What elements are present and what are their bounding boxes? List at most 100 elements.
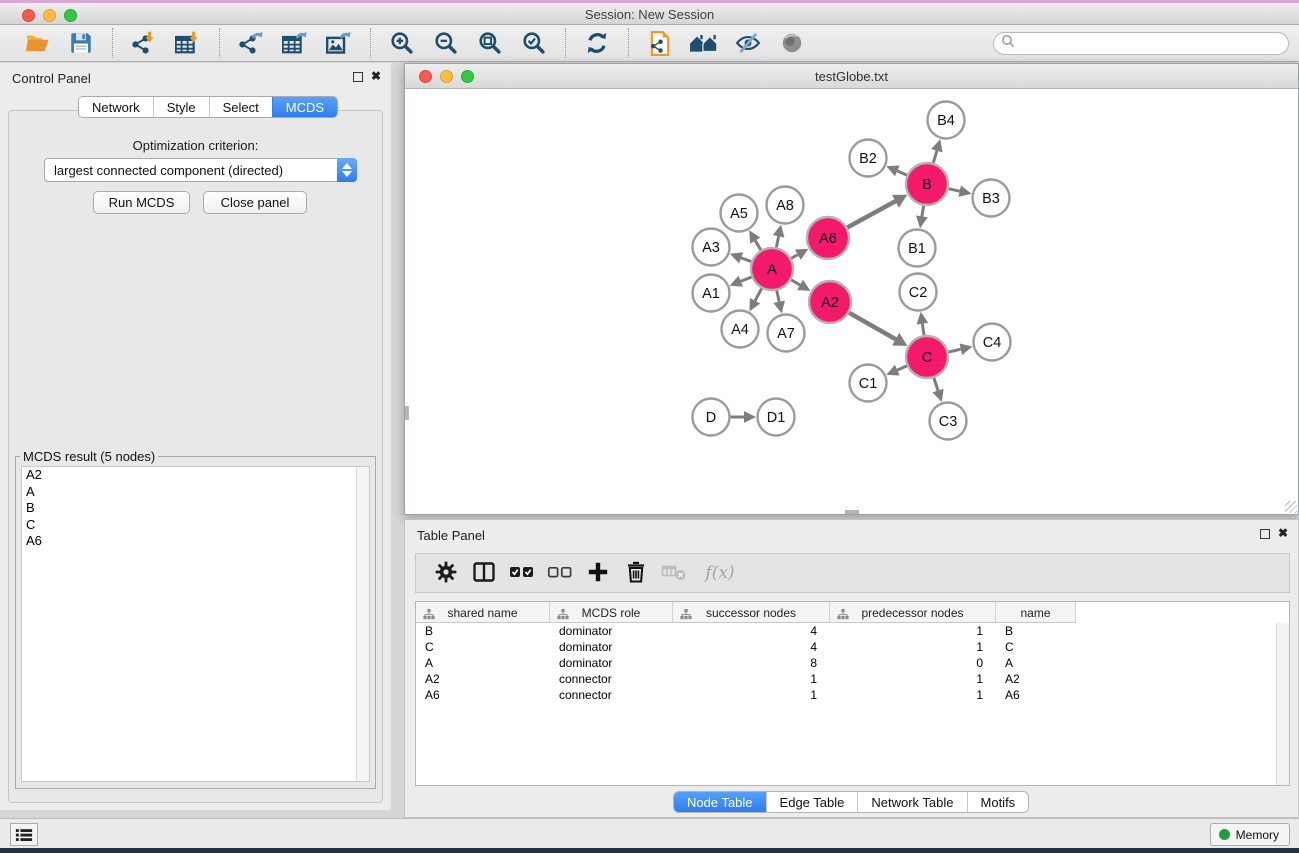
network-from-file-button[interactable] <box>645 28 675 58</box>
edge-A-A5[interactable] <box>755 241 761 250</box>
float-panel-icon[interactable] <box>353 72 363 82</box>
search-input[interactable] <box>1020 34 1288 53</box>
zoom-out-button[interactable] <box>431 28 461 58</box>
table-row[interactable]: A2connector11A2 <box>416 671 1276 687</box>
unselect-all-columns-button[interactable] <box>546 559 574 587</box>
tab-node-table[interactable]: Node Table <box>674 792 766 812</box>
tab-mcds[interactable]: MCDS <box>272 97 337 117</box>
graph-node-D[interactable]: D <box>693 399 730 436</box>
graph-node-B4[interactable]: B4 <box>928 102 965 139</box>
close-panel-button[interactable]: Close panel <box>203 191 307 214</box>
graph-node-C4[interactable]: C4 <box>974 324 1011 361</box>
tab-network[interactable]: Network <box>79 97 153 117</box>
table-cell[interactable]: B <box>416 623 550 639</box>
table-cell[interactable]: C <box>416 639 550 655</box>
edge-A-A8[interactable] <box>776 236 778 247</box>
edge-A6-B[interactable] <box>847 201 895 227</box>
graph-node-C1[interactable]: C1 <box>850 365 887 402</box>
network-canvas[interactable]: B4B2BB3A8A5A6A3B1AA1C2A2A4A7C4CC1DD1C3 <box>405 89 1298 514</box>
create-column-button[interactable] <box>584 559 612 587</box>
table-cell[interactable]: A6 <box>996 687 1076 703</box>
graph-node-A5[interactable]: A5 <box>721 195 758 232</box>
import-network-button[interactable] <box>129 28 159 58</box>
search-box[interactable] <box>993 32 1289 55</box>
table-row[interactable]: A6connector11A6 <box>416 687 1276 703</box>
graph-node-A3[interactable]: A3 <box>693 229 730 266</box>
table-cell[interactable]: B <box>996 623 1076 639</box>
close-panel-icon[interactable]: ✖ <box>371 69 381 83</box>
edge-C-C3[interactable] <box>934 378 938 391</box>
mcds-result-item[interactable]: A6 <box>22 533 369 550</box>
show-graphics-details-button[interactable] <box>777 28 807 58</box>
splitter-handle-left[interactable] <box>405 406 409 420</box>
graph-node-D1[interactable]: D1 <box>758 399 795 436</box>
welcome-screen-button[interactable] <box>689 28 719 58</box>
column-header-successor-nodes[interactable]: successor nodes <box>673 602 830 623</box>
graph-node-B[interactable]: B <box>906 163 948 205</box>
table-row[interactable]: Cdominator41C <box>416 639 1276 655</box>
graph-node-A2[interactable]: A2 <box>809 281 851 323</box>
zoom-fit-button[interactable] <box>475 28 505 58</box>
save-session-button[interactable] <box>66 28 96 58</box>
tab-motifs[interactable]: Motifs <box>967 792 1029 812</box>
edge-C-C2[interactable] <box>922 324 924 336</box>
graph-node-C3[interactable]: C3 <box>930 403 967 440</box>
table-cell[interactable]: A6 <box>416 687 550 703</box>
graph-node-B1[interactable]: B1 <box>899 230 936 267</box>
edge-C-C4[interactable] <box>948 349 960 352</box>
network-window-titlebar[interactable]: testGlobe.txt <box>405 64 1298 89</box>
table-row[interactable]: Adominator80A <box>416 655 1276 671</box>
edge-A-A3[interactable] <box>741 258 751 262</box>
mcds-list-scrollbar[interactable] <box>356 467 369 781</box>
table-cell[interactable]: A2 <box>996 671 1076 687</box>
tab-select[interactable]: Select <box>209 97 272 117</box>
table-cell[interactable]: 4 <box>673 639 830 655</box>
memory-button[interactable]: Memory <box>1210 823 1290 846</box>
graph-node-A[interactable]: A <box>751 248 793 290</box>
graph-node-B2[interactable]: B2 <box>850 140 887 177</box>
table-cell[interactable]: 1 <box>673 671 830 687</box>
table-cell[interactable]: C <box>996 639 1076 655</box>
graph-node-A7[interactable]: A7 <box>768 315 805 352</box>
table-cell[interactable]: 1 <box>830 639 996 655</box>
table-cell[interactable]: 1 <box>830 687 996 703</box>
edge-C-C1[interactable] <box>897 366 907 370</box>
graph-node-C[interactable]: C <box>906 336 948 378</box>
mcds-result-item[interactable]: C <box>22 517 369 534</box>
edge-A-A6[interactable] <box>791 255 798 259</box>
zoom-in-button[interactable] <box>387 28 417 58</box>
export-network-button[interactable] <box>236 28 266 58</box>
graph-node-C2[interactable]: C2 <box>900 274 937 311</box>
edge-B-B3[interactable] <box>948 189 959 191</box>
refresh-layout-button[interactable] <box>582 28 612 58</box>
mcds-result-item[interactable]: A <box>22 484 369 501</box>
edge-B-B1[interactable] <box>922 206 924 217</box>
graph-node-A1[interactable]: A1 <box>693 275 730 312</box>
column-header-MCDS-role[interactable]: MCDS role <box>550 602 673 623</box>
table-cell[interactable]: A2 <box>416 671 550 687</box>
graph-node-A6[interactable]: A6 <box>807 217 849 259</box>
close-table-panel-icon[interactable]: ✖ <box>1278 526 1288 540</box>
task-history-button[interactable] <box>10 823 38 846</box>
column-header-shared-name[interactable]: shared name <box>416 602 550 623</box>
column-header-predecessor-nodes[interactable]: predecessor nodes <box>830 602 996 623</box>
table-cell[interactable]: 8 <box>673 655 830 671</box>
mcds-result-list[interactable]: A2ABCA6 <box>21 466 370 782</box>
import-table-button[interactable] <box>173 28 203 58</box>
table-row[interactable]: Bdominator41B <box>416 623 1276 639</box>
table-cell[interactable]: 1 <box>673 687 830 703</box>
float-table-panel-icon[interactable] <box>1260 529 1270 539</box>
table-cell[interactable]: 1 <box>830 623 996 639</box>
tab-edge-table[interactable]: Edge Table <box>766 792 858 812</box>
table-cell[interactable]: A <box>996 655 1076 671</box>
select-all-columns-button[interactable] <box>508 559 536 587</box>
table-cell[interactable]: dominator <box>550 655 673 671</box>
tab-style[interactable]: Style <box>153 97 209 117</box>
show-columns-button[interactable] <box>470 559 498 587</box>
table-settings-button[interactable] <box>432 559 460 587</box>
edge-A-A1[interactable] <box>741 277 752 281</box>
window-resize-grip[interactable] <box>1285 501 1297 513</box>
table-cell[interactable]: 4 <box>673 623 830 639</box>
column-header-name[interactable]: name <box>996 602 1076 623</box>
table-cell[interactable]: connector <box>550 671 673 687</box>
